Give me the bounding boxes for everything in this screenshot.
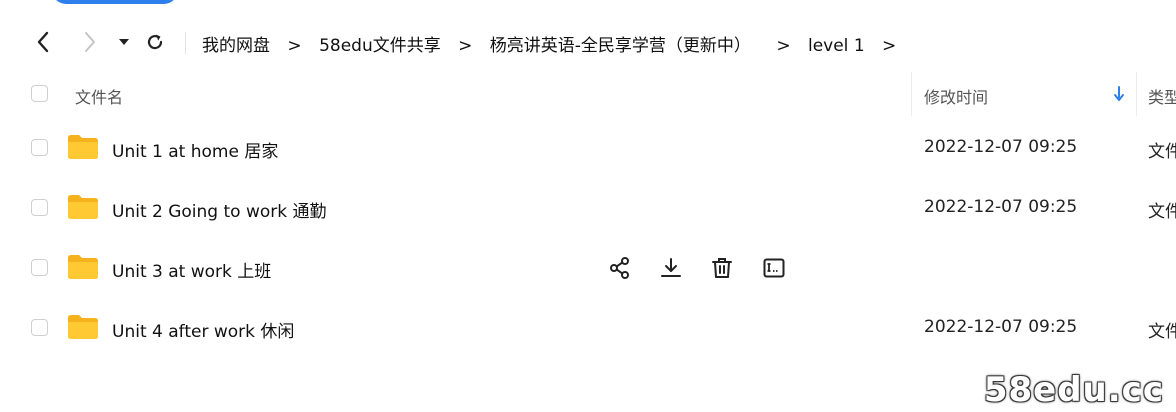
nav-divider [185,32,186,54]
delete-icon[interactable] [708,254,736,282]
select-all-checkbox[interactable] [31,85,48,102]
refresh-icon[interactable] [143,30,167,54]
share-icon[interactable] [606,254,634,282]
table-row[interactable]: Unit 1 at home 居家 2022-12-07 09:25 文件夹 [0,118,1176,178]
table-row[interactable]: Unit 3 at work 上班 [0,238,1176,298]
row-checkbox[interactable] [31,139,48,156]
column-header-type[interactable]: 类型 [1148,84,1176,108]
column-header-name[interactable]: 文件名 [75,84,123,108]
forward-icon[interactable] [78,30,102,54]
folder-icon [67,134,99,160]
modified-time: 2022-12-07 09:25 [924,197,1078,217]
breadcrumb-separator: > [458,36,473,56]
row-checkbox[interactable] [31,319,48,336]
file-name[interactable]: Unit 3 at work 上班 [112,257,271,282]
file-name[interactable]: Unit 4 after work 休闲 [112,317,294,342]
breadcrumb-separator: > [882,36,897,56]
folder-icon [67,314,99,340]
row-checkbox[interactable] [31,259,48,276]
download-icon[interactable] [657,254,685,282]
file-list-header: 文件名 修改时间 类型 [0,72,1176,116]
breadcrumb-item-course[interactable]: 杨亮讲英语-全民享学营（更新中） [490,31,751,56]
column-divider[interactable] [911,72,912,116]
breadcrumb-separator: > [287,36,302,56]
file-name[interactable]: Unit 1 at home 居家 [112,137,278,162]
history-dropdown-icon[interactable] [112,30,136,54]
breadcrumb-separator: > [776,36,791,56]
watermark: 58edu.cc [983,370,1164,410]
file-name[interactable]: Unit 2 Going to work 通勤 [112,197,327,222]
file-type: 文件夹 [1148,142,1176,162]
modified-time: 2022-12-07 09:25 [924,317,1078,337]
row-checkbox[interactable] [31,199,48,216]
navigation-bar: 我的网盘 > 58edu文件共享 > 杨亮讲英语-全民享学营（更新中） > le… [0,22,1176,62]
top-primary-button[interactable] [52,0,178,4]
folder-icon [67,194,99,220]
table-row[interactable]: Unit 2 Going to work 通勤 2022-12-07 09:25… [0,178,1176,238]
breadcrumb-item-share[interactable]: 58edu文件共享 [319,31,441,56]
column-divider[interactable] [1136,72,1137,116]
breadcrumb-item-root[interactable]: 我的网盘 [202,31,270,56]
rename-icon[interactable] [760,254,788,282]
modified-time: 2022-12-07 09:25 [924,137,1078,157]
file-type: 文件夹 [1148,202,1176,222]
file-type: 文件夹 [1148,322,1176,342]
back-icon[interactable] [31,30,55,54]
table-row[interactable]: Unit 4 after work 休闲 2022-12-07 09:25 文件… [0,298,1176,358]
column-header-modified[interactable]: 修改时间 [924,84,988,108]
folder-icon [67,254,99,280]
breadcrumb-item-current[interactable]: level 1 [808,36,865,56]
breadcrumb: 我的网盘 > 58edu文件共享 > 杨亮讲英语-全民享学营（更新中） > le… [202,31,908,56]
sort-descending-icon[interactable] [1113,86,1125,106]
